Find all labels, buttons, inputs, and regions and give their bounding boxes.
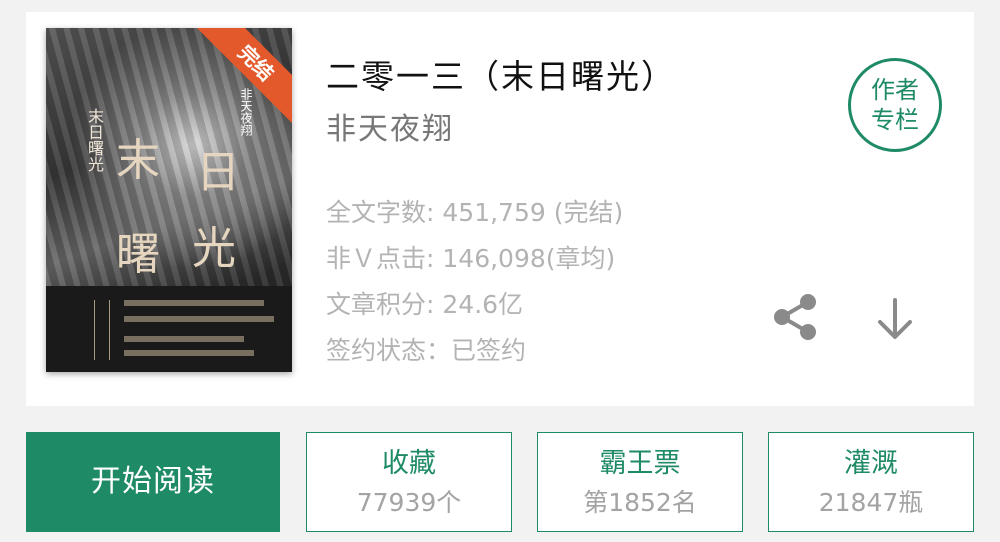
- cover-decor: [124, 316, 274, 322]
- stat-row-score: 文章积分: 24.6亿: [326, 282, 623, 328]
- overlord-ticket-button[interactable]: 霸王票 第1852名: [537, 432, 743, 532]
- favorite-count: 77939个: [356, 488, 462, 517]
- stat-row-contract: 签约状态：已签约: [326, 328, 623, 374]
- irrigate-button[interactable]: 灌溉 21847瓶: [768, 432, 974, 532]
- stat-value: 146,098(章均): [434, 244, 616, 273]
- favorite-label: 收藏: [382, 448, 436, 479]
- stat-row-word-count: 全文字数: 451,759 (完结): [326, 190, 623, 236]
- stat-label: 签约状态：: [326, 336, 452, 365]
- share-icon[interactable]: [768, 290, 822, 344]
- cover-bottom-band: [46, 286, 292, 372]
- start-reading-button[interactable]: 开始阅读: [26, 432, 280, 532]
- cover-decor: [124, 336, 244, 342]
- cover-title-char: 曙: [116, 229, 160, 280]
- download-arrow-icon[interactable]: [870, 294, 920, 344]
- book-cover-image[interactable]: 完结 末日曙光 非天夜翔 末 日 曙 光: [46, 28, 292, 372]
- book-info-card: 完结 末日曙光 非天夜翔 末 日 曙 光 二零一三（末日曙光） 非天夜翔 作者 …: [26, 12, 974, 406]
- stat-row-clicks: 非Ｖ点击: 146,098(章均): [326, 236, 623, 282]
- cover-vertical-title: 末日曙光: [85, 108, 104, 172]
- stat-value: 451,759 (完结): [434, 198, 624, 227]
- cover-title-char: 日: [196, 147, 240, 198]
- cover-title-char: 末: [116, 135, 160, 186]
- author-column-line1: 作者: [871, 76, 919, 104]
- stat-label: 全文字数:: [326, 198, 435, 227]
- author-column-button[interactable]: 作者 专栏: [848, 58, 942, 152]
- irrigate-label: 灌溉: [844, 448, 898, 479]
- cover-decor: [124, 300, 264, 306]
- stat-value: 24.6亿: [434, 290, 524, 319]
- cover-decor: [94, 300, 110, 360]
- stat-label: 非Ｖ点击:: [326, 244, 435, 273]
- author-column-line2: 专栏: [871, 106, 919, 134]
- book-stats: 全文字数: 451,759 (完结) 非Ｖ点击: 146,098(章均) 文章积…: [326, 190, 623, 374]
- ticket-label: 霸王票: [599, 448, 681, 479]
- stat-label: 文章积分:: [326, 290, 435, 319]
- cover-title-char: 光: [192, 223, 236, 274]
- cover-decor: [124, 350, 254, 356]
- cover-author-tag: 非天夜翔: [239, 88, 253, 136]
- irrigate-count: 21847瓶: [818, 488, 924, 517]
- author-name[interactable]: 非天夜翔: [326, 104, 454, 148]
- ticket-rank: 第1852名: [583, 488, 697, 517]
- stat-value: 已签约: [451, 336, 527, 365]
- favorite-button[interactable]: 收藏 77939个: [306, 432, 512, 532]
- book-title: 二零一三（末日曙光）: [326, 57, 676, 96]
